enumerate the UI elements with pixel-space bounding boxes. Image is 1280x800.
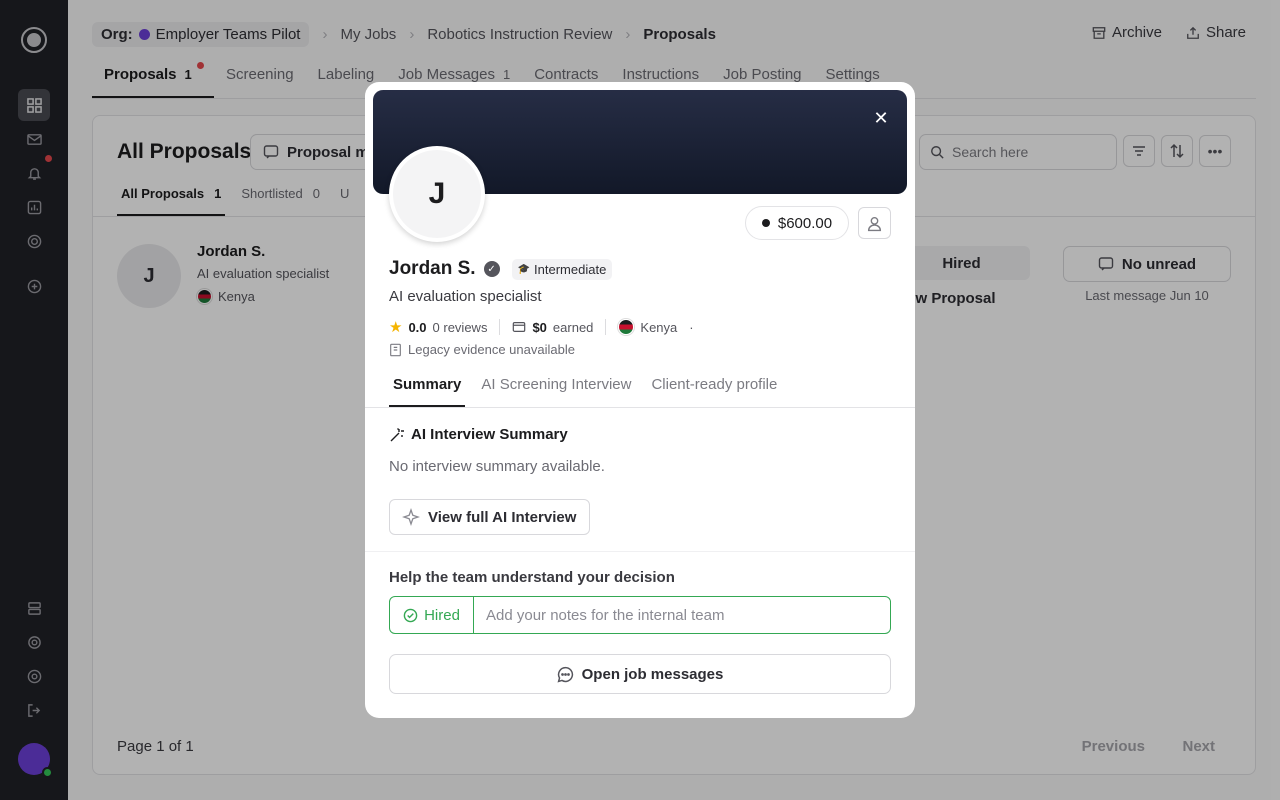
view-full-ai-interview-button[interactable]: View full AI Interview	[389, 499, 590, 535]
rating-value: 0.0	[408, 319, 427, 335]
decision-status-label: Hired	[424, 606, 460, 624]
profile-stats: ★ 0.0 0 reviews $0 earned Kenya ·	[389, 318, 694, 336]
view-full-ai-interview-label: View full AI Interview	[428, 508, 577, 526]
country-label: Kenya	[640, 319, 678, 335]
tab-client-ready-profile[interactable]: Client-ready profile	[647, 366, 781, 407]
decision-help-title: Help the team understand your decision	[389, 569, 675, 586]
chat-bubble-icon	[557, 666, 573, 682]
decision-notes-group: Hired	[389, 596, 891, 634]
tab-ai-screening-interview[interactable]: AI Screening Interview	[477, 366, 635, 407]
candidate-profile-modal: ✕ J $600.00 Jordan S. ✓ 🎓 Intermediate A…	[365, 82, 915, 718]
ai-summary-text: No interview summary available.	[389, 458, 605, 475]
graduation-cap-icon: 🎓	[517, 263, 531, 275]
evidence-note: Legacy evidence unavailable	[389, 342, 575, 357]
rate-dot	[761, 219, 770, 227]
document-icon	[390, 343, 401, 356]
divider	[605, 319, 607, 335]
wallet-icon	[513, 322, 526, 332]
profile-role: AI evaluation specialist	[389, 288, 542, 305]
divider	[499, 319, 501, 335]
user-icon	[867, 216, 882, 231]
rate-value: $600.00	[777, 214, 833, 232]
reviews-count: 0 reviews	[432, 319, 488, 335]
check-circle-icon	[403, 608, 418, 622]
notes-input[interactable]	[474, 597, 890, 633]
ai-summary-heading: AI Interview Summary	[389, 426, 568, 443]
profile-button[interactable]	[858, 207, 891, 239]
ai-summary-title: AI Interview Summary	[411, 426, 568, 443]
decision-status-button[interactable]: Hired	[390, 597, 474, 633]
profile-tabs: Summary AI Screening Interview Client-re…	[365, 366, 915, 408]
country-stat: Kenya ·	[618, 319, 694, 335]
earned-label: earned	[552, 319, 594, 335]
sparkle-icon	[390, 427, 404, 441]
tab-summary[interactable]: Summary	[389, 366, 466, 407]
open-job-messages-button[interactable]: Open job messages	[389, 654, 891, 694]
verified-badge-icon: ✓	[483, 261, 500, 277]
evidence-text: Legacy evidence unavailable	[408, 342, 575, 357]
earned-amount: $0	[532, 319, 547, 335]
level-label: Intermediate	[534, 261, 607, 277]
profile-name-row: Jordan S. ✓ 🎓 Intermediate	[389, 258, 613, 280]
trailing-dot: ·	[689, 319, 694, 335]
rate-badge: $600.00	[745, 206, 849, 240]
close-icon[interactable]: ✕	[871, 108, 891, 128]
earned-stat: $0 earned	[512, 320, 593, 335]
kenya-flag-icon	[618, 319, 635, 335]
sparkle-icon	[402, 508, 420, 526]
profile-name: Jordan S.	[389, 258, 476, 279]
level-badge: 🎓 Intermediate	[511, 258, 613, 280]
profile-avatar: J	[389, 146, 485, 242]
open-job-messages-label: Open job messages	[581, 665, 724, 683]
star-icon: ★	[389, 319, 403, 336]
divider	[365, 551, 915, 552]
rating-stat: ★ 0.0 0 reviews	[389, 318, 487, 336]
